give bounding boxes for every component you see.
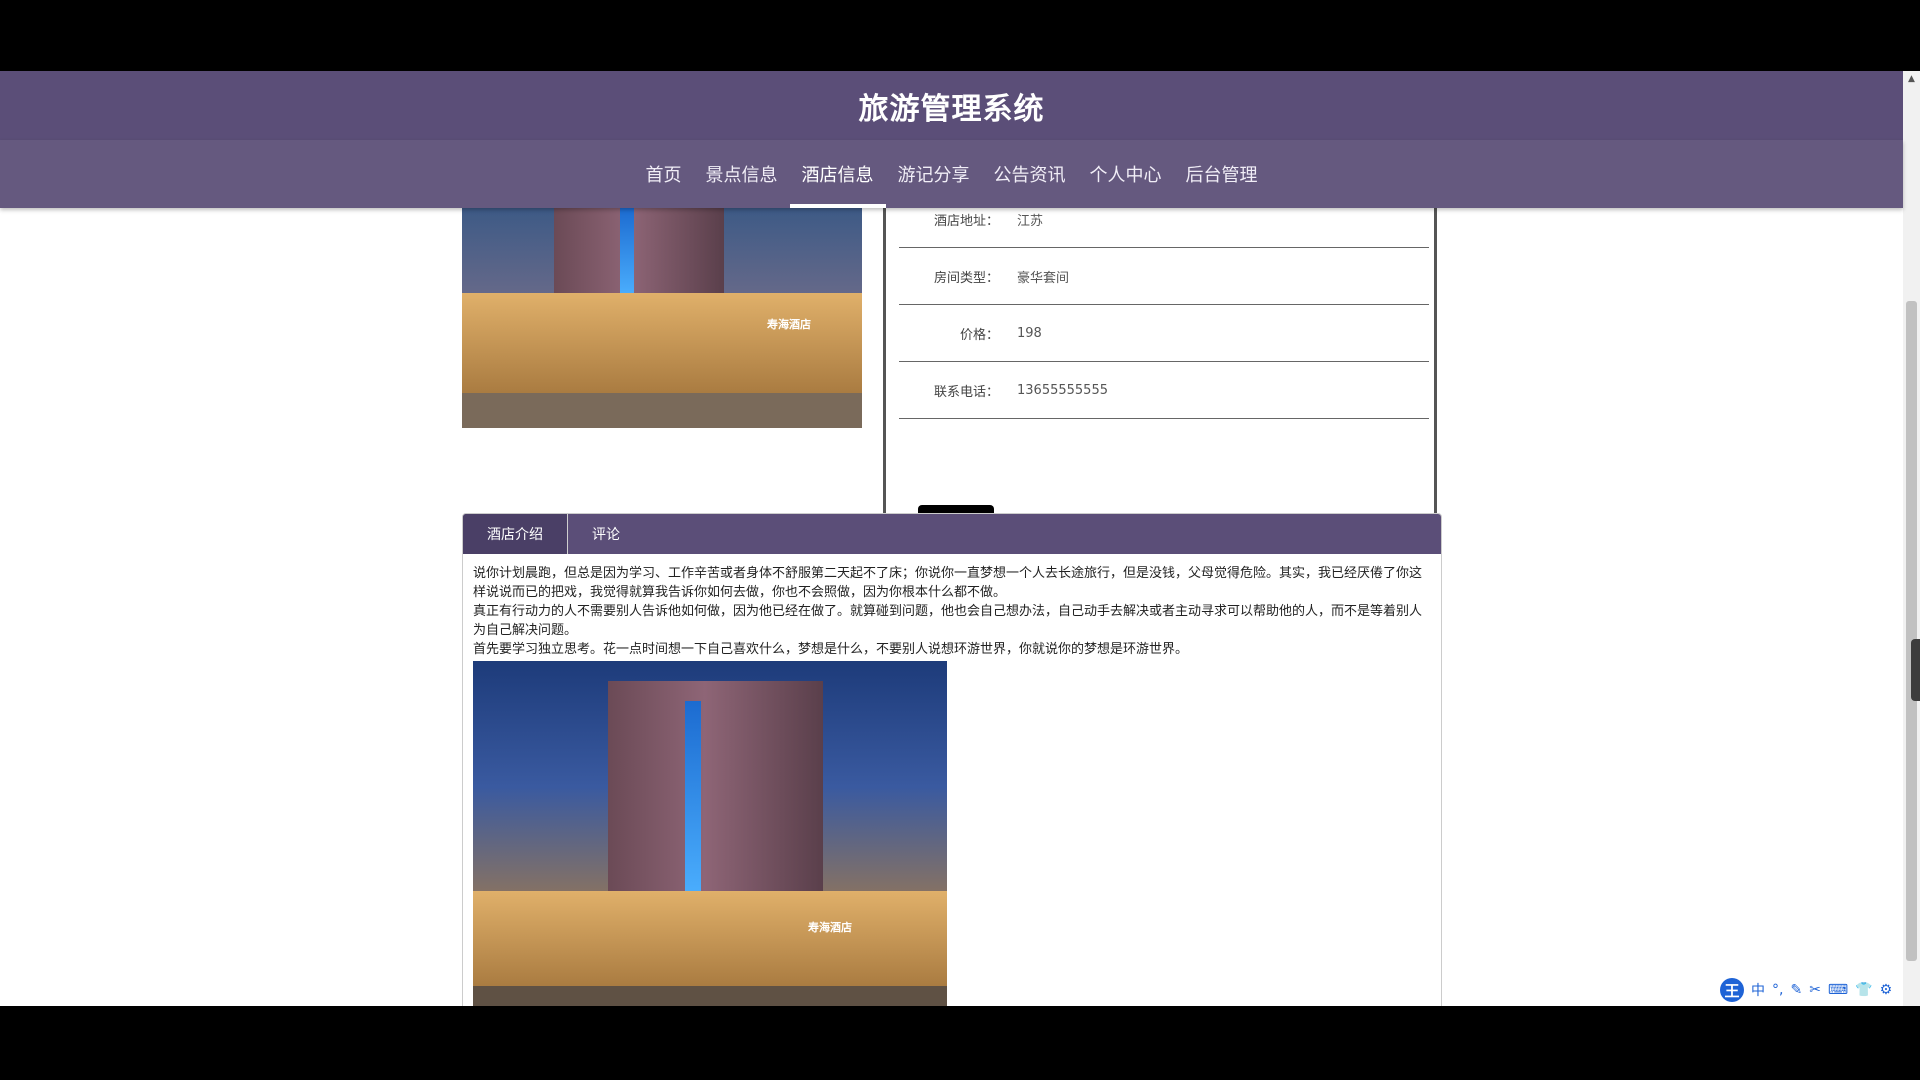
punctuation-icon[interactable]: °, xyxy=(1772,982,1783,998)
price-value: 198 xyxy=(1017,325,1042,341)
page-content: 寿海酒店 酒店地址： 江苏 房间类型： 豪华套间 价格： 198 联系电话： 1… xyxy=(0,71,1903,1006)
nav-home[interactable]: 首页 xyxy=(634,140,694,208)
nav-personal-center[interactable]: 个人中心 xyxy=(1078,140,1174,208)
nav-travel-notes[interactable]: 游记分享 xyxy=(886,140,982,208)
nav-announcements[interactable]: 公告资讯 xyxy=(982,140,1078,208)
nav-hotels[interactable]: 酒店信息 xyxy=(789,140,886,208)
price-label: 价格： xyxy=(959,327,999,343)
address-value: 江苏 xyxy=(1017,213,1044,229)
ime-logo-icon[interactable]: 王 xyxy=(1720,978,1744,1002)
page-scrollbar[interactable]: ▲ xyxy=(1903,71,1920,1006)
ime-chinese-mode[interactable]: 中 xyxy=(1751,980,1765,1000)
hotel-sign-text: 寿海酒店 xyxy=(808,921,852,934)
hotel-tower-shape xyxy=(608,681,823,911)
side-handle[interactable] xyxy=(1911,639,1920,701)
detail-tabs-panel: 酒店介绍 评论 说你计划晨跑，但总是因为学习、工作辛苦或者身体不舒服第二天起不了… xyxy=(462,513,1442,1006)
hotel-tower-light xyxy=(620,208,634,298)
intro-paragraph: 首先要学习独立思考。花一点时间想一下自己喜欢什么，梦想是什么，不要别人说想环游世… xyxy=(473,642,1189,657)
hotel-photo: 寿海酒店 xyxy=(462,208,862,428)
keyboard-icon[interactable]: ⌨ xyxy=(1828,982,1848,998)
hotel-plaza-shape xyxy=(473,986,947,1006)
address-label: 酒店地址： xyxy=(933,213,999,229)
intro-paragraph: 真正有行动力的人不需要别人告诉他如何做，因为他已经在做了。就算碰到问题，他也会自… xyxy=(473,604,1423,638)
phone-value: 13655555555 xyxy=(1017,382,1108,398)
room-type-value: 豪华套间 xyxy=(1017,270,1070,286)
ime-toolbar: 王 中 °, ✎ ✂ ⌨ 👕 ⚙ xyxy=(1720,977,1892,1003)
intro-paragraph: 说你计划晨跑，但总是因为学习、工作辛苦或者身体不舒服第二天起不了床；你说你一直梦… xyxy=(473,566,1423,600)
gear-icon[interactable]: ⚙ xyxy=(1880,982,1893,998)
hotel-tower-light xyxy=(685,701,701,901)
hotel-tower-shape xyxy=(554,208,724,303)
pen-icon[interactable]: ✎ xyxy=(1790,982,1802,998)
hotel-sign-text: 寿海酒店 xyxy=(767,318,811,331)
site-title: 旅游管理系统 xyxy=(858,91,1045,127)
hotel-intro-content: 说你计划晨跑，但总是因为学习、工作辛苦或者身体不舒服第二天起不了床；你说你一直梦… xyxy=(463,554,1441,1006)
hotel-lobby-shape xyxy=(462,293,862,398)
phone-label: 联系电话： xyxy=(933,384,999,400)
scissors-icon[interactable]: ✂ xyxy=(1809,982,1821,998)
tab-bar: 酒店介绍 评论 xyxy=(463,514,1441,554)
tab-comments[interactable]: 评论 xyxy=(568,514,644,554)
browser-viewport: 寿海酒店 酒店地址： 江苏 房间类型： 豪华套间 价格： 198 联系电话： 1… xyxy=(0,71,1920,1006)
scroll-thumb[interactable] xyxy=(1906,301,1917,961)
scroll-up-arrow-icon[interactable]: ▲ xyxy=(1903,71,1920,88)
hotel-intro-photo: 寿海酒店 xyxy=(473,661,947,1006)
info-row-room-type: 房间类型： 豪华套间 xyxy=(899,248,1429,305)
shirt-icon[interactable]: 👕 xyxy=(1855,982,1872,998)
hotel-info-panel: 酒店地址： 江苏 房间类型： 豪华套间 价格： 198 联系电话： 136555… xyxy=(883,191,1437,557)
main-nav: 首页 景点信息 酒店信息 游记分享 公告资讯 个人中心 后台管理 xyxy=(0,140,1903,208)
nav-attractions[interactable]: 景点信息 xyxy=(694,140,790,208)
info-row-phone: 联系电话： 13655555555 xyxy=(899,362,1429,419)
room-type-label: 房间类型： xyxy=(933,270,999,286)
tab-hotel-intro[interactable]: 酒店介绍 xyxy=(463,514,568,554)
nav-admin[interactable]: 后台管理 xyxy=(1174,140,1270,208)
hotel-lobby-shape xyxy=(473,891,947,991)
info-row-price: 价格： 198 xyxy=(899,305,1429,362)
site-header: 旅游管理系统 xyxy=(0,71,1903,140)
hotel-plaza-shape xyxy=(462,393,862,428)
